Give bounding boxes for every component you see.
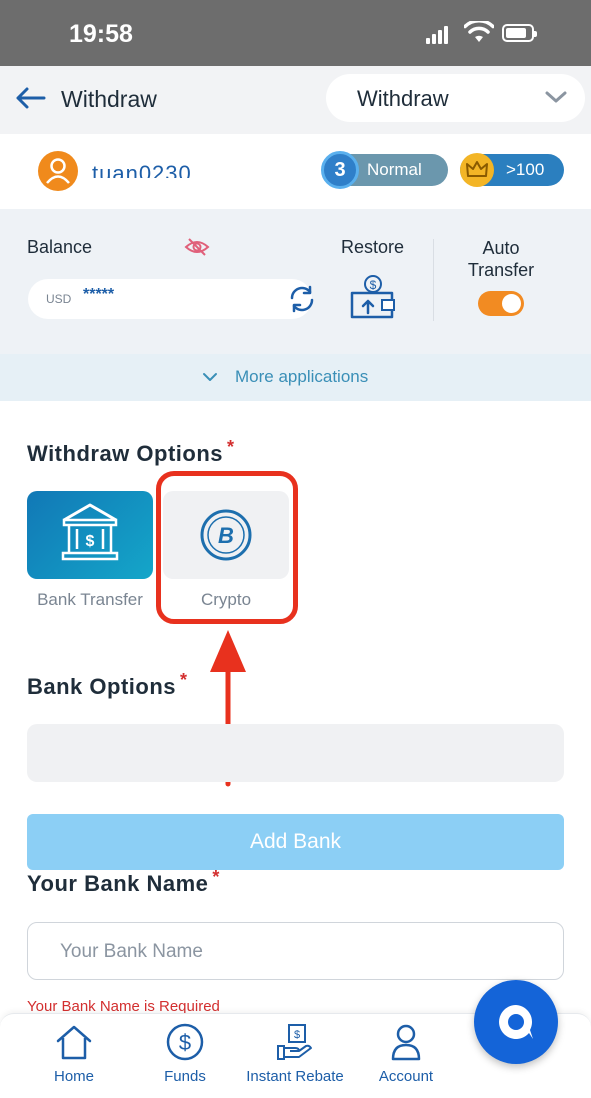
page-select-value: Withdraw [357, 86, 449, 111]
bank-name-input[interactable]: Your Bank Name [27, 922, 564, 980]
level-label: Normal [367, 160, 422, 179]
refresh-icon[interactable] [286, 284, 318, 314]
restore-label: Restore [341, 237, 405, 257]
level-number-icon: 3 [321, 151, 359, 189]
bank-transfer-label: Bank Transfer [37, 590, 143, 609]
divider [433, 239, 434, 321]
required-mark: * [227, 437, 235, 457]
nav-account[interactable]: Account [346, 1022, 466, 1085]
chevron-down-icon [203, 373, 217, 381]
page-select-dropdown[interactable]: Withdraw [326, 74, 585, 122]
battery-icon [502, 24, 537, 42]
bank-transfer-icon: $ [61, 503, 119, 561]
vip-badge[interactable]: >100 [460, 153, 564, 187]
chat-bubble-icon [499, 1005, 533, 1039]
more-applications-toggle[interactable]: More applications [0, 354, 591, 401]
wallet-restore-icon[interactable]: $ [348, 271, 398, 321]
cellular-signal-icon [426, 24, 450, 44]
balance-amount-field: USD ***** [28, 279, 314, 319]
page-title: Withdraw [61, 86, 157, 112]
withdraw-options-heading: Withdraw Options * [27, 437, 235, 467]
nav-home[interactable]: Home [14, 1022, 134, 1085]
chat-support-button[interactable] [474, 980, 558, 1064]
status-time: 19:58 [69, 20, 133, 48]
status-bar: 19:58 [0, 0, 591, 66]
bank-name-title: Your Bank Name [27, 871, 209, 896]
svg-text:$: $ [179, 1030, 191, 1055]
user-info-row: tuan0230 3 Normal >100 [0, 134, 591, 209]
back-arrow-icon[interactable] [14, 86, 46, 110]
required-mark: * [212, 867, 220, 887]
wifi-icon [464, 21, 494, 42]
bank-transfer-option[interactable]: $ [27, 491, 153, 579]
currency-label: USD [46, 292, 72, 306]
auto-transfer-label: Auto Transfer [467, 238, 535, 280]
user-icon [391, 1024, 421, 1061]
svg-text:$: $ [86, 533, 95, 550]
user-avatar-icon [46, 158, 70, 184]
auto-transfer-toggle[interactable] [478, 291, 524, 316]
rebate-hand-icon: $ [277, 1024, 312, 1060]
balance-label: Balance [27, 237, 93, 257]
svg-text:$: $ [294, 1029, 300, 1041]
nav-funds-label: Funds [164, 1068, 206, 1085]
home-icon [56, 1025, 92, 1060]
nav-account-label: Account [378, 1068, 434, 1085]
svg-text:$: $ [370, 278, 377, 292]
bank-name-heading: Your Bank Name * [27, 867, 220, 897]
withdraw-options-title: Withdraw Options [27, 441, 224, 466]
eye-slash-icon[interactable] [184, 237, 210, 257]
vip-label: >100 [506, 160, 545, 179]
nav-funds[interactable]: $ Funds [125, 1022, 245, 1085]
bank-options-heading: Bank Options * [27, 670, 188, 700]
crown-icon [460, 153, 494, 187]
required-mark: * [180, 670, 188, 690]
level-badge[interactable]: 3 Normal [321, 151, 448, 189]
username: tuan0230 [92, 161, 192, 178]
bank-options-select[interactable] [27, 724, 564, 782]
chevron-down-icon [545, 91, 567, 103]
more-applications-label: More applications [235, 367, 369, 386]
bank-name-placeholder: Your Bank Name [60, 941, 203, 962]
balance-panel: Balance USD ***** Restore $ Auto Transfe… [0, 209, 591, 401]
add-bank-button[interactable]: Add Bank [27, 814, 564, 870]
crypto-highlight-annotation [156, 471, 298, 624]
top-bar: Withdraw Withdraw [0, 66, 591, 134]
nav-home-label: Home [53, 1068, 94, 1085]
dollar-circle-icon: $ [166, 1023, 204, 1061]
bank-options-title: Bank Options [27, 674, 177, 699]
nav-instant-rebate[interactable]: $ Instant Rebate [235, 1022, 355, 1085]
balance-amount: ***** [83, 286, 115, 303]
nav-instant-rebate-label: Instant Rebate [246, 1068, 344, 1085]
avatar[interactable] [38, 151, 78, 191]
